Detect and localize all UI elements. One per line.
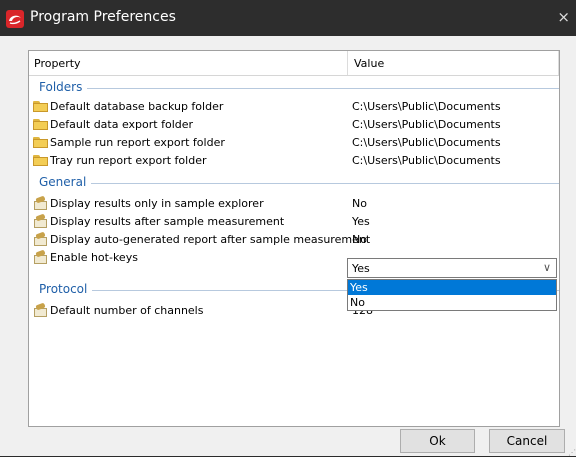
- column-header-value[interactable]: Value: [354, 57, 384, 70]
- property-label: Default data export folder: [50, 118, 194, 131]
- group-divider: [39, 88, 559, 89]
- setting-icon: [33, 249, 48, 264]
- grid-header: Property Value: [29, 51, 559, 76]
- property-value[interactable]: C:\Users\Public\Documents: [352, 118, 501, 131]
- group-label: Protocol: [39, 282, 93, 296]
- option-label: No: [350, 296, 365, 309]
- property-row-results-after-measurement[interactable]: Display results after sample measurement…: [31, 213, 557, 231]
- property-row-tray-report-folder[interactable]: Tray run report export folder C:\Users\P…: [31, 152, 557, 170]
- property-label: Tray run report export folder: [50, 154, 207, 167]
- resize-grip-icon[interactable]: ⋰: [568, 448, 576, 457]
- property-label: Default database backup folder: [50, 100, 224, 113]
- ok-button[interactable]: Ok: [400, 429, 475, 453]
- property-grid: Property Value Folders Default database …: [28, 50, 560, 427]
- column-divider-end: [558, 51, 559, 75]
- folder-icon: [33, 136, 48, 148]
- app-logo-icon: [6, 10, 24, 28]
- cancel-button[interactable]: Cancel: [489, 429, 565, 453]
- property-row-data-export-folder[interactable]: Default data export folder C:\Users\Publ…: [31, 116, 557, 134]
- group-label: Folders: [39, 80, 88, 94]
- group-folders: Folders: [39, 80, 559, 94]
- chevron-down-icon[interactable]: ∨: [543, 261, 551, 274]
- option-yes[interactable]: Yes: [348, 280, 556, 295]
- group-general: General: [39, 175, 559, 189]
- hot-keys-select[interactable]: Yes ∨: [347, 258, 557, 278]
- property-row-db-backup-folder[interactable]: Default database backup folder C:\Users\…: [31, 98, 557, 116]
- setting-icon: [33, 231, 48, 246]
- option-label: Yes: [350, 281, 368, 294]
- title-bar: Program Preferences ×: [0, 0, 576, 36]
- hot-keys-options-list: Yes No: [347, 279, 557, 311]
- hot-keys-selected-value: Yes: [352, 262, 370, 275]
- property-value[interactable]: C:\Users\Public\Documents: [352, 136, 501, 149]
- column-header-property[interactable]: Property: [34, 57, 81, 70]
- option-no[interactable]: No: [348, 295, 556, 310]
- folder-icon: [33, 154, 48, 166]
- property-label: Default number of channels: [50, 304, 204, 317]
- group-label: General: [39, 175, 92, 189]
- property-label: Display auto-generated report after samp…: [50, 233, 371, 246]
- property-label: Display results only in sample explorer: [50, 197, 264, 210]
- window-title: Program Preferences: [30, 9, 176, 25]
- property-row-sample-report-folder[interactable]: Sample run report export folder C:\Users…: [31, 134, 557, 152]
- property-label: Enable hot-keys: [50, 251, 138, 264]
- setting-icon: [33, 213, 48, 228]
- property-value[interactable]: Yes: [352, 215, 370, 228]
- property-value[interactable]: C:\Users\Public\Documents: [352, 154, 501, 167]
- property-row-results-only-explorer[interactable]: Display results only in sample explorer …: [31, 195, 557, 213]
- folder-icon: [33, 118, 48, 130]
- group-divider: [39, 183, 559, 184]
- property-row-auto-report[interactable]: Display auto-generated report after samp…: [31, 231, 557, 249]
- property-value[interactable]: No: [352, 197, 367, 210]
- property-value[interactable]: No: [352, 233, 367, 246]
- property-value[interactable]: C:\Users\Public\Documents: [352, 100, 501, 113]
- setting-icon: [33, 302, 48, 317]
- preferences-dialog: Program Preferences × Property Value Fol…: [0, 0, 576, 457]
- property-label: Display results after sample measurement: [50, 215, 285, 228]
- close-icon[interactable]: ×: [557, 8, 570, 26]
- property-label: Sample run report export folder: [50, 136, 225, 149]
- column-divider[interactable]: [347, 51, 348, 75]
- folder-icon: [33, 100, 48, 112]
- setting-icon: [33, 195, 48, 210]
